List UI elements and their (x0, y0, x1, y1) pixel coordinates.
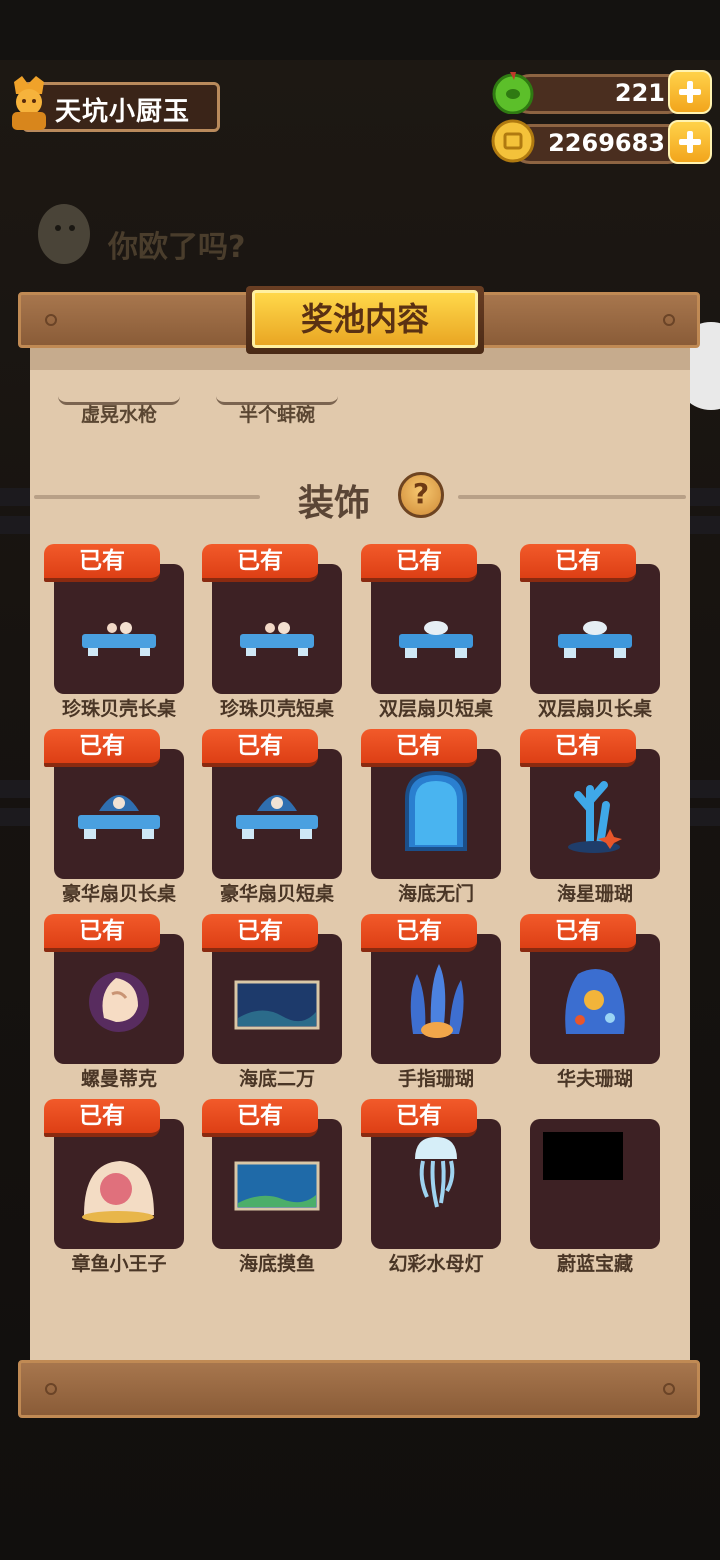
decoration-card[interactable]: 已有 双层扇贝短桌 (359, 544, 519, 720)
nail-icon (663, 314, 675, 326)
locked-item-placeholder (543, 1132, 623, 1180)
section-divider (458, 495, 686, 499)
previous-item-label: 虚晃水枪 (80, 404, 157, 426)
seabed-painting-icon (234, 980, 320, 1030)
section-divider (34, 495, 260, 499)
jellyfish-lamp-icon (415, 1137, 457, 1208)
jade-gem-icon (492, 72, 534, 114)
decoration-card[interactable]: 已有 海底摸鱼 (200, 1099, 360, 1275)
owned-badge: 已有 (44, 544, 160, 582)
starfish-coral-icon (568, 781, 622, 853)
double-scallop-long-table-icon (558, 621, 632, 658)
add-coins-button[interactable] (668, 120, 712, 164)
owned-badge: 已有 (202, 729, 318, 767)
player-avatar-icon[interactable] (4, 74, 54, 134)
octopus-prince-icon (82, 1161, 154, 1223)
pearl-shell-long-table-icon (82, 622, 156, 656)
item-name: 珍珠贝壳长桌 (61, 698, 176, 720)
owned-badge: 已有 (520, 544, 636, 582)
item-name: 豪华扇贝短桌 (219, 883, 334, 905)
item-name: 豪华扇贝长桌 (61, 883, 176, 905)
waffle-coral-icon (565, 969, 625, 1034)
section-title: 装饰 (298, 483, 371, 524)
luxury-scallop-short-table-icon (236, 795, 318, 839)
finger-coral-icon (410, 964, 464, 1038)
owned-badge: 已有 (202, 544, 318, 582)
owned-badge: 已有 (361, 914, 477, 952)
player-name: 天坑小厨玉 (55, 97, 191, 127)
item-name: 章鱼小王子 (71, 1253, 167, 1275)
seabed-door-icon (405, 770, 467, 851)
owned-badge: 已有 (361, 1099, 477, 1137)
double-scallop-short-table-icon (399, 621, 473, 658)
gem-counter: 221 (510, 74, 688, 114)
item-name: 华夫珊瑚 (556, 1068, 633, 1090)
item-name: 珍珠贝壳短桌 (219, 698, 334, 720)
item-name: 蔚蓝宝藏 (556, 1253, 633, 1275)
owned-badge: 已有 (520, 914, 636, 952)
owned-badge: 已有 (361, 544, 477, 582)
owned-badge: 已有 (361, 729, 477, 767)
owned-badge: 已有 (202, 1099, 318, 1137)
item-name: 幻彩水母灯 (388, 1253, 484, 1275)
decoration-card[interactable]: 蔚蓝宝藏 (518, 1099, 678, 1275)
owned-badge: 已有 (44, 914, 160, 952)
decoration-card[interactable]: 已有 幻彩水母灯 (359, 1099, 519, 1275)
coin-counter: 2269683 (510, 124, 688, 164)
nail-icon (45, 1383, 57, 1395)
panel-footer-board (18, 1360, 700, 1418)
item-name: 双层扇贝长桌 (537, 698, 652, 720)
luxury-scallop-long-table-icon (78, 795, 160, 839)
conch-shell-icon (89, 972, 149, 1032)
item-name: 手指珊瑚 (397, 1068, 474, 1090)
decoration-card[interactable]: 已有 螺曼蒂克 (42, 914, 202, 1090)
gem-count: 221 (614, 79, 665, 107)
owned-badge: 已有 (520, 729, 636, 767)
nail-icon (663, 1383, 675, 1395)
owned-badge: 已有 (44, 729, 160, 767)
banner-text: 你欧了吗? (108, 230, 246, 265)
decoration-card[interactable]: 已有 豪华扇贝短桌 (200, 729, 360, 905)
seabed-fish-painting-icon (234, 1161, 320, 1211)
decoration-card[interactable]: 已有 章鱼小王子 (42, 1099, 202, 1275)
decoration-card[interactable]: 已有 海底无门 (359, 729, 519, 905)
gold-coin-icon (491, 119, 535, 163)
pearl-shell-short-table-icon (240, 622, 314, 656)
decoration-card[interactable]: 已有 珍珠贝壳长桌 (42, 544, 202, 720)
decoration-card[interactable]: 已有 手指珊瑚 (359, 914, 519, 1090)
previous-item-label: 半个蚌碗 (238, 404, 315, 426)
chick-mascot-icon (38, 204, 90, 264)
item-name: 海底摸鱼 (238, 1253, 315, 1275)
nail-icon (45, 314, 57, 326)
item-name: 海底无门 (397, 883, 474, 905)
coin-count: 2269683 (548, 129, 665, 157)
decoration-card[interactable]: 已有 双层扇贝长桌 (518, 544, 678, 720)
decoration-card[interactable]: 已有 海底二万 (200, 914, 360, 1090)
help-icon[interactable]: ? (398, 472, 444, 518)
decoration-card[interactable]: 已有 海星珊瑚 (518, 729, 678, 905)
item-name: 海星珊瑚 (556, 883, 633, 905)
decoration-card[interactable]: 已有 豪华扇贝长桌 (42, 729, 202, 905)
item-name: 海底二万 (238, 1068, 315, 1090)
item-name: 双层扇贝短桌 (378, 698, 493, 720)
owned-badge: 已有 (44, 1099, 160, 1137)
panel-title: 奖池内容 (252, 290, 478, 348)
add-gems-button[interactable] (668, 70, 712, 114)
owned-badge: 已有 (202, 914, 318, 952)
decoration-card[interactable]: 已有 珍珠贝壳短桌 (200, 544, 360, 720)
item-name: 螺曼蒂克 (80, 1068, 157, 1090)
decoration-card[interactable]: 已有 华夫珊瑚 (518, 914, 678, 1090)
